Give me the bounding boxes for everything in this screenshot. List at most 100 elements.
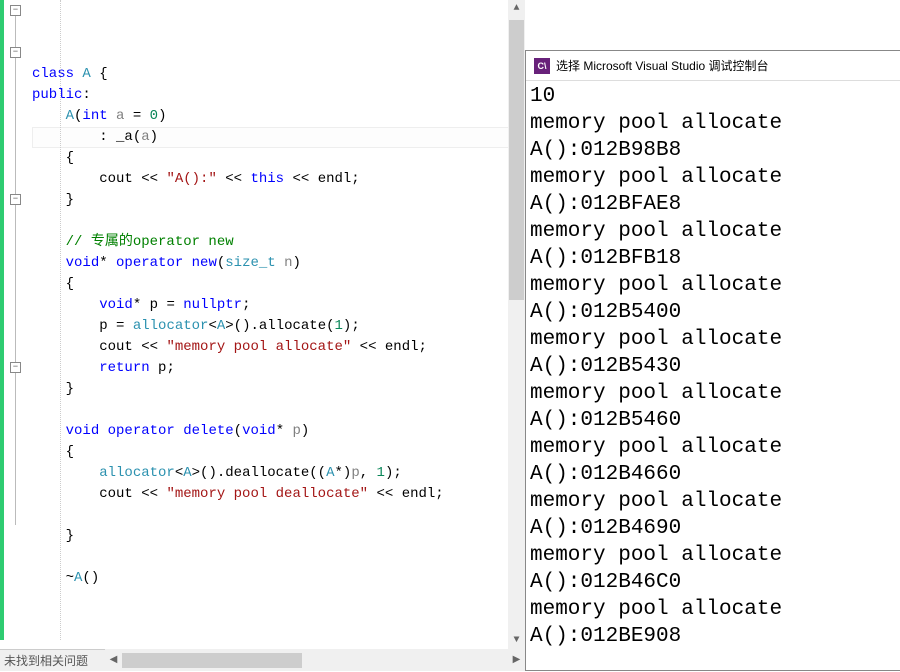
console-line: memory pool allocate [530,164,896,191]
code-line[interactable]: A(int a = 0) [32,106,525,127]
code-token: ); [343,318,360,334]
editor-horizontal-scrollbar[interactable]: ◀ ▶ [105,649,525,671]
code-line[interactable]: cout << "A():" << this << endl; [32,169,525,190]
code-token: 1 [335,318,343,334]
code-token: p [351,465,359,481]
code-line[interactable]: // 专属的operator new [32,232,525,253]
console-line: A():012BE908 [530,623,896,650]
code-token: nullptr [183,297,242,313]
console-line: memory pool allocate [530,272,896,299]
scroll-thumb-vertical[interactable] [509,20,524,300]
fold-toggle[interactable] [10,47,21,58]
scroll-down-arrow[interactable]: ▼ [508,632,525,649]
code-token: n [284,255,292,271]
console-titlebar[interactable]: C\ 选择 Microsoft Visual Studio 调试控制台 [526,51,900,81]
code-token [175,423,183,439]
code-token: this [250,171,284,187]
code-line[interactable]: cout << "memory pool allocate" << endl; [32,337,525,358]
console-line: memory pool allocate [530,110,896,137]
code-token: >(). [225,318,259,334]
scroll-thumb-horizontal[interactable] [122,653,302,668]
code-line[interactable]: p = allocator<A>().allocate(1); [32,316,525,337]
console-line: A():012B4690 [530,515,896,542]
code-token: "memory pool deallocate" [166,486,368,502]
code-token [150,360,158,376]
scroll-right-arrow[interactable]: ▶ [508,652,525,669]
code-line[interactable]: : _a(a) [32,127,525,148]
code-line[interactable] [32,400,525,421]
code-line[interactable]: public: [32,85,525,106]
code-token: ; [166,360,174,376]
code-line[interactable]: class A { [32,64,525,85]
console-line: memory pool allocate [530,326,896,353]
code-token: size_t [225,255,275,271]
editor-status-bar: 未找到相关问题 ◀ ▶ [0,649,525,671]
console-output[interactable]: 10memory pool allocateA():012B98B8memory… [526,81,900,652]
code-token: return [99,360,149,376]
code-token: p [99,318,107,334]
scroll-left-arrow[interactable]: ◀ [105,652,122,669]
code-token: >(). [192,465,226,481]
console-line: memory pool allocate [530,488,896,515]
code-token: class [32,66,82,82]
code-line[interactable]: } [32,190,525,211]
console-line: A():012BFB18 [530,245,896,272]
code-token: ( [133,129,141,145]
code-line[interactable]: { [32,442,525,463]
code-token: cout [99,486,133,502]
code-token: public [32,87,82,103]
fold-toggle[interactable] [10,194,21,205]
fold-guide-line [15,10,16,525]
code-token [32,360,99,376]
console-line: memory pool allocate [530,434,896,461]
code-token: << [284,171,318,187]
code-token [32,318,99,334]
code-area[interactable]: class A {public: A(int a = 0) : _a(a) { … [28,0,525,671]
code-line[interactable]: ~A() [32,568,525,589]
code-token: << [133,486,167,502]
console-line: A():012BFAE8 [530,191,896,218]
code-line[interactable]: { [32,274,525,295]
code-token: a [141,129,149,145]
code-token: { [32,276,74,292]
code-token: () [82,570,99,586]
code-token: int [82,108,107,124]
code-token: << [368,486,402,502]
code-token [99,423,107,439]
code-token: 1 [377,465,385,481]
code-token: ); [385,465,402,481]
indent-guide [60,0,61,640]
code-line[interactable]: } [32,526,525,547]
code-token: endl [402,486,436,502]
code-line[interactable] [32,505,525,526]
status-text: 未找到相关问题 [4,650,88,672]
code-token: allocator [133,318,209,334]
code-token: * [276,423,293,439]
code-line[interactable]: cout << "memory pool deallocate" << endl… [32,484,525,505]
code-token: } [32,528,74,544]
code-token [276,255,284,271]
code-token [108,108,116,124]
scroll-up-arrow[interactable]: ▲ [508,0,525,17]
code-token: * [133,297,150,313]
code-token: ) [150,129,158,145]
code-line[interactable]: { [32,148,525,169]
code-token: = [108,318,133,334]
code-line[interactable]: return p; [32,358,525,379]
code-token: delete [183,423,233,439]
code-line[interactable] [32,547,525,568]
code-line[interactable] [32,211,525,232]
code-token: _a [116,129,133,145]
console-line: memory pool allocate [530,542,896,569]
code-line[interactable]: allocator<A>().deallocate((A*)p, 1); [32,463,525,484]
code-line[interactable]: } [32,379,525,400]
code-token: operator [108,423,175,439]
code-line[interactable]: void* operator new(size_t n) [32,253,525,274]
scroll-track-h[interactable] [122,652,508,669]
editor-vertical-scrollbar[interactable]: ▲ ▼ [508,0,525,649]
fold-toggle[interactable] [10,5,21,16]
code-line[interactable]: void* p = nullptr; [32,295,525,316]
fold-toggle[interactable] [10,362,21,373]
code-line[interactable]: void operator delete(void* p) [32,421,525,442]
code-token: ) [158,108,166,124]
